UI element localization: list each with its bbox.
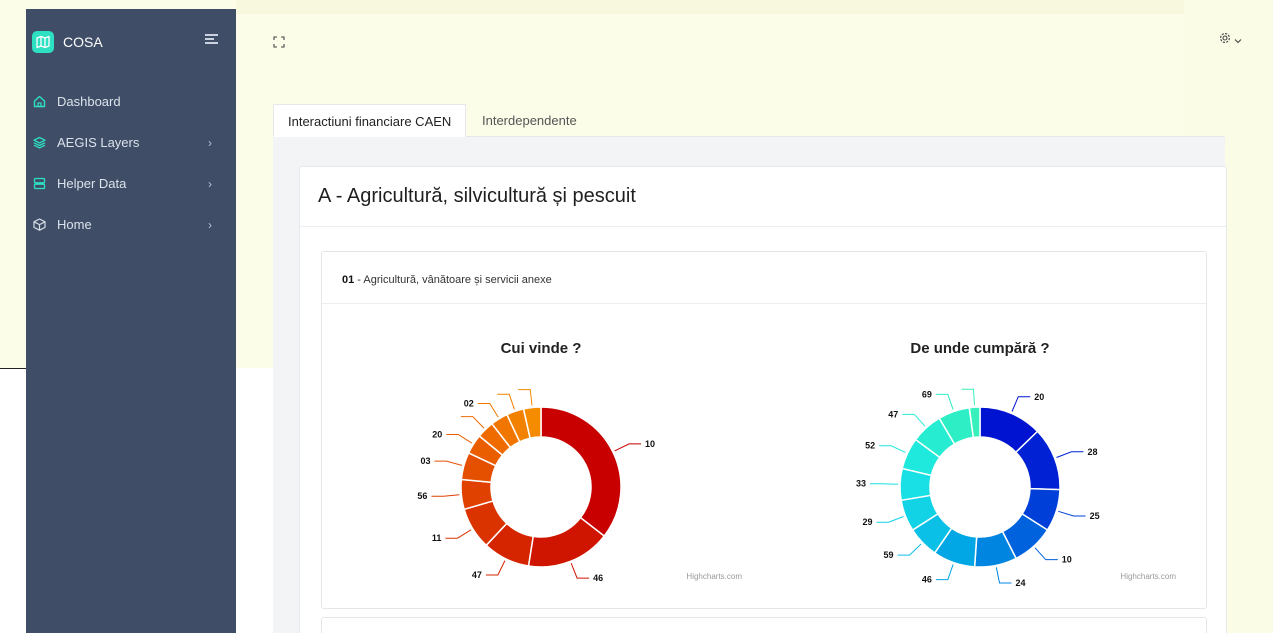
chevron-right-icon: › xyxy=(208,218,212,232)
home-icon xyxy=(32,95,46,109)
data-label: 47 xyxy=(888,409,898,419)
data-label-connector xyxy=(876,516,904,523)
data-label: 29 xyxy=(863,517,873,527)
cube-icon xyxy=(32,218,46,232)
background-strip xyxy=(236,0,1184,14)
map-icon xyxy=(32,31,54,53)
tab-interactiuni-financiare[interactable]: Interactiuni financiare CAEN xyxy=(273,104,467,137)
data-label-connector xyxy=(879,445,906,453)
data-label-connector xyxy=(902,413,926,427)
background-line xyxy=(0,368,26,369)
sidebar-item-home[interactable]: Home › xyxy=(26,204,236,245)
data-label: 33 xyxy=(856,479,866,489)
data-label: 28 xyxy=(1087,447,1097,457)
data-label-connector xyxy=(995,567,1012,584)
data-label-connector xyxy=(935,393,954,410)
menu-toggle-icon[interactable] xyxy=(205,34,218,46)
chevron-right-icon: › xyxy=(208,177,212,191)
tab-interdependente[interactable]: Interdependente xyxy=(468,104,591,137)
data-label-connector xyxy=(1011,396,1031,412)
sidebar-item-helper-data[interactable]: Helper Data › xyxy=(26,163,236,204)
sidebar-item-label: AEGIS Layers xyxy=(57,135,140,150)
data-label-connector xyxy=(897,543,922,556)
subsection-card: 01 - Agricultură, vânătoare și servicii … xyxy=(321,251,1207,609)
data-label: 46 xyxy=(922,575,932,585)
sidebar-item-aegis-layers[interactable]: AEGIS Layers › xyxy=(26,122,236,163)
data-label-connector xyxy=(1056,451,1084,458)
sidebar-item-dashboard[interactable]: Dashboard xyxy=(26,81,236,122)
data-label-connector xyxy=(870,483,899,485)
divider xyxy=(300,226,1226,227)
chart-title: De unde cumpără ? xyxy=(910,340,1049,357)
chart-slices xyxy=(899,406,1061,568)
app-name: COSA xyxy=(63,34,103,50)
layers-icon xyxy=(32,136,46,150)
data-label: 24 xyxy=(1016,578,1026,588)
sidebar-item-label: Home xyxy=(57,217,92,232)
sidebar-item-label: Dashboard xyxy=(57,94,121,109)
gear-icon xyxy=(1218,31,1232,50)
data-label-connector xyxy=(1058,510,1086,517)
data-label-connector xyxy=(961,388,976,406)
next-subsection-card xyxy=(321,617,1207,633)
server-icon xyxy=(32,177,46,191)
data-label: 25 xyxy=(1090,511,1100,521)
sidebar-nav: Dashboard AEGIS Layers › Helper Data › H… xyxy=(26,81,236,245)
brand[interactable]: COSA xyxy=(32,30,103,54)
section-title: A - Agricultură, silvicultură și pescuit xyxy=(318,185,636,207)
tab-bar: Interactiuni financiare CAEN Interdepend… xyxy=(273,104,1225,137)
fullscreen-icon[interactable] xyxy=(273,35,285,48)
data-label: 52 xyxy=(865,441,875,451)
settings-dropdown[interactable] xyxy=(1218,31,1244,50)
data-label: 10 xyxy=(1062,555,1072,565)
chart-credit[interactable]: Highcharts.com xyxy=(1120,572,1176,581)
data-label: 59 xyxy=(884,550,894,560)
sidebar: COSA Dashboard AEGIS Layers › Helper Dat… xyxy=(26,9,236,633)
data-label-connector xyxy=(1034,547,1058,561)
data-label: 69 xyxy=(922,389,932,399)
chevron-right-icon: › xyxy=(208,136,212,150)
data-label-connector xyxy=(935,564,954,581)
chart-de-unde-cumpara: De unde cumpără ? 20 28 25 10 24 46 59 29 33 52 47… xyxy=(856,340,1176,588)
sidebar-item-label: Helper Data xyxy=(57,176,127,191)
data-label: 20 xyxy=(1034,392,1044,402)
chevron-down-icon xyxy=(1234,31,1242,49)
